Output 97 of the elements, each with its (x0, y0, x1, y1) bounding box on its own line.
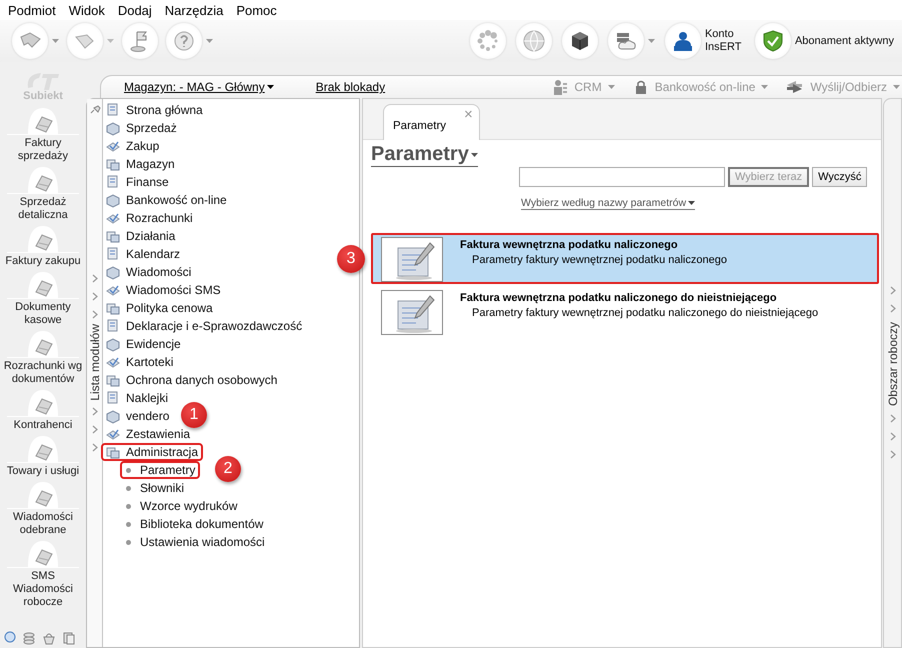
circle-icon[interactable] (4, 631, 16, 643)
tree-item[interactable]: Bankowość on-line (101, 191, 232, 209)
tree-item[interactable]: Wiadomości (101, 263, 196, 281)
result-title: Faktura wewnętrzna podatku naliczonego do nieistniejącego (460, 292, 778, 304)
tree-item[interactable]: Wiadomości SMS (101, 281, 226, 299)
tree-item[interactable]: Ewidencje (101, 335, 186, 353)
caret-icon (648, 39, 655, 43)
menu-item[interactable]: Podmiot (8, 2, 56, 18)
document-icon (28, 436, 58, 462)
tree-item[interactable]: Działania (101, 227, 180, 245)
callout-badge: 1 (181, 402, 207, 428)
sidebar-item[interactable]: Kontrahenci (0, 390, 86, 432)
back-button[interactable] (12, 23, 48, 59)
page-title[interactable]: Parametry (371, 143, 478, 167)
person-icon (552, 79, 568, 95)
tree-item[interactable]: Zestawienia (101, 425, 196, 443)
result-description: Parametry faktury wewnętrznej podatku naliczonego do nieistniejącego (472, 307, 818, 319)
forward-button[interactable] (67, 23, 103, 59)
menu-item[interactable]: Widok (68, 2, 105, 18)
result-row[interactable]: Faktura wewnętrzna podatku naliczonego do nieistniejącego Parametry faktury wewnętrznej podatku naliczonego do nieistniejącego (371, 286, 879, 337)
document-icon (28, 390, 58, 416)
tree-item[interactable]: Finanse (101, 173, 174, 191)
caret-icon (107, 39, 114, 43)
workspace-title[interactable]: Obszar roboczy (886, 322, 900, 406)
caret-icon (52, 39, 59, 43)
stack-icon[interactable] (22, 631, 36, 645)
subscription-label: Abonament aktywny (794, 34, 894, 48)
spinner-button[interactable] (470, 23, 506, 59)
tree-item[interactable]: Deklaracje i e-Sprawozdawczość (101, 317, 308, 335)
caret-icon (266, 85, 274, 89)
caret-icon (761, 85, 768, 89)
document-icon (28, 167, 58, 193)
panel-title: Lista modułów (88, 324, 102, 401)
lock-status-link[interactable]: Brak blokady (316, 80, 386, 94)
tree-item[interactable]: Administracja (101, 443, 204, 461)
caret-icon (608, 85, 615, 89)
menu-item[interactable]: Narzędzia (164, 2, 224, 18)
tree-item[interactable]: Strona główna (101, 101, 208, 119)
caret-icon (470, 152, 478, 156)
document-icon (28, 482, 58, 508)
tree-item[interactable]: vendero (101, 407, 174, 425)
account-label[interactable]: Konto InsERT (704, 28, 745, 54)
tree-item[interactable]: Polityka cenowa (101, 299, 218, 317)
tree-item[interactable]: Kartoteki (101, 353, 178, 371)
sidebar-item[interactable]: Rozrachunki wg dokumentów (0, 331, 86, 386)
flag-button[interactable] (122, 23, 158, 59)
user-button[interactable] (664, 23, 701, 59)
caret-icon (688, 201, 696, 205)
document-icon (28, 272, 58, 298)
arrows-icon (786, 79, 804, 95)
sidebar-item[interactable]: Faktury sprzedaży (0, 108, 86, 163)
tab[interactable]: Parametry × (383, 104, 480, 140)
caret-icon (206, 39, 213, 43)
warehouse-link[interactable]: Magazyn: - MAG - Główny (124, 80, 274, 94)
caret-icon (893, 85, 900, 89)
spinner-icon (476, 29, 500, 53)
menu-item[interactable]: Pomoc (236, 2, 277, 18)
document-icon[interactable] (62, 631, 76, 645)
cloud-button[interactable] (608, 23, 644, 59)
globe-icon (522, 29, 546, 53)
tree-item[interactable]: Słowniki (120, 479, 190, 497)
tree-item[interactable]: Ustawienia wiadomości (120, 533, 270, 551)
globe-button[interactable] (516, 23, 552, 59)
sidebar-item[interactable]: Faktury zakupu (0, 226, 86, 268)
search-field[interactable] (519, 167, 725, 187)
shield-button[interactable] (754, 23, 791, 59)
shield-icon (760, 29, 785, 53)
document-icon (28, 226, 58, 252)
tree-item[interactable]: Ochrona danych osobowych (101, 371, 282, 389)
menu-item[interactable]: Dodaj (118, 2, 152, 18)
clear-button[interactable]: Wyczyść (812, 167, 868, 187)
tree-item[interactable]: Parametry (120, 461, 200, 479)
document-icon (28, 541, 58, 567)
tree-item[interactable]: Wzorce wydruków (120, 497, 242, 515)
filter-dropdown[interactable]: Wybierz według nazwy parametrów (521, 197, 696, 210)
sidebar-item[interactable]: Towary i usługi (0, 436, 86, 478)
cube-button[interactable] (562, 23, 598, 59)
help-button[interactable] (166, 23, 202, 59)
sidebar-item[interactable]: Sprzedaż detaliczna (0, 167, 86, 222)
sidebar-item[interactable]: Dokumenty kasowe (0, 272, 86, 327)
help-icon (172, 29, 196, 53)
document-icon (28, 331, 58, 357)
tree-item[interactable]: Kalendarz (101, 245, 186, 263)
tree-item[interactable]: Biblioteka dokumentów (120, 515, 268, 533)
basket-icon[interactable] (42, 631, 56, 645)
sidebar-item[interactable]: SMS Wiadomości robocze (0, 541, 86, 609)
tree-item[interactable]: Rozrachunki (101, 209, 198, 227)
sidebar-item[interactable]: Wiadomości odebrane (0, 482, 86, 537)
tree-item[interactable]: Sprzedaż (101, 119, 182, 137)
result-description: Parametry faktury wewnętrznej podatku naliczonego (472, 254, 727, 266)
tree-item[interactable]: Magazyn (101, 155, 180, 173)
tree-item[interactable]: Naklejki (101, 389, 174, 407)
tree-item[interactable]: Zakup (101, 137, 164, 155)
document-icon (28, 108, 58, 134)
pin-icon[interactable] (88, 105, 100, 115)
callout-badge: 2 (215, 456, 241, 482)
result-title: Faktura wewnętrzna podatku naliczonego (460, 239, 679, 251)
